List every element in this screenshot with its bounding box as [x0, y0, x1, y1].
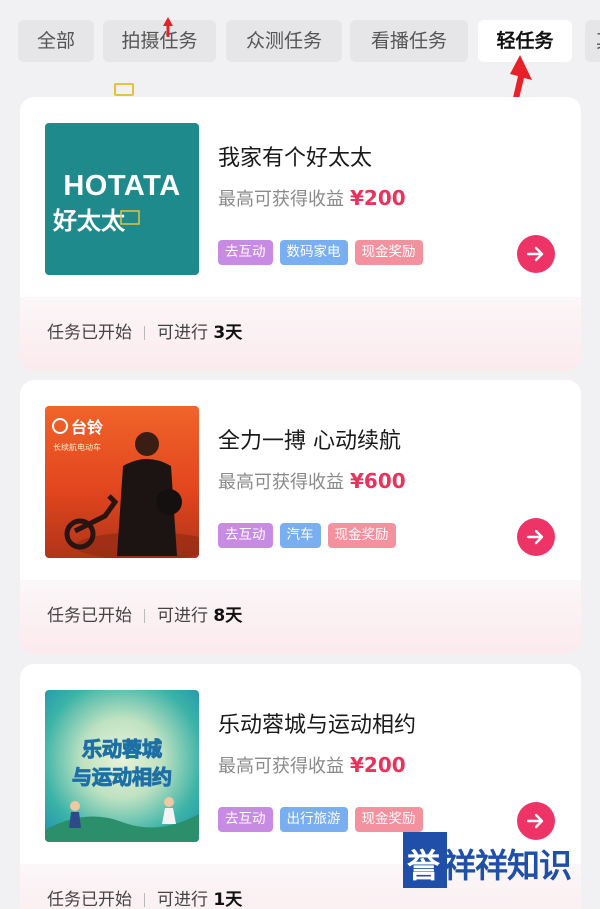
duration-prefix: 可进行: [157, 890, 208, 909]
reward-amount: ¥200: [350, 186, 406, 210]
tag-list: 去互动 汽车 现金奖励: [218, 523, 396, 548]
watermark-text: 祥祥知识: [443, 846, 572, 885]
status-text: 任务已开始: [47, 890, 132, 909]
thumb-brand-text: 台铃: [71, 418, 103, 437]
annotation-box: [114, 83, 134, 96]
task-title: 乐动蓉城与运动相约: [218, 713, 417, 738]
red-arrow-icon: [163, 17, 173, 37]
duration-prefix: 可进行: [157, 323, 208, 343]
tab-more[interactable]: 其他: [585, 20, 600, 62]
reward-label: 最高可获得收益: [218, 756, 344, 777]
task-thumbnail: 台铃 长续航电动车: [45, 406, 199, 558]
task-status: 任务已开始 可进行 8天: [47, 601, 242, 626]
tag-interact: 去互动: [218, 523, 273, 548]
reward-line: 最高可获得收益 ¥200: [218, 752, 406, 778]
tag-list: 去互动 出行旅游 现金奖励: [218, 807, 423, 832]
go-button[interactable]: [517, 518, 555, 556]
tab-all[interactable]: 全部: [18, 20, 94, 62]
thumb-brand-text: HOTATA: [63, 170, 180, 202]
divider: [144, 609, 145, 623]
task-card[interactable]: HOTATA 好太太 我家有个好太太 最高可获得收益 ¥200 去互动 数码家电 …: [20, 97, 581, 371]
duration-days: 8天: [213, 606, 243, 626]
tag-interact: 去互动: [218, 807, 273, 832]
reward-amount: ¥200: [350, 753, 406, 777]
arrow-right-icon: [526, 529, 544, 545]
task-title: 全力一搏 心动续航: [218, 429, 401, 454]
tab-watch-live-task[interactable]: 看播任务: [350, 20, 468, 62]
tag-interact: 去互动: [218, 240, 273, 265]
tag-cash-reward: 现金奖励: [327, 523, 396, 548]
go-button[interactable]: [517, 235, 555, 273]
task-title: 我家有个好太太: [218, 146, 373, 171]
duration-prefix: 可进行: [157, 606, 208, 626]
thumb-brand-text: 乐动蓉城: [82, 737, 162, 761]
tag-category: 数码家电: [279, 240, 348, 265]
tag-list: 去互动 数码家电 现金奖励: [218, 240, 423, 265]
task-card[interactable]: 台铃 长续航电动车 全力一搏 心动续航 最高可获得收益 ¥600 去互动 汽车 现…: [20, 380, 581, 654]
task-status: 任务已开始 可进行 1天: [47, 885, 242, 909]
tab-crowd-test-task[interactable]: 众测任务: [226, 20, 342, 62]
reward-line: 最高可获得收益 ¥600: [218, 468, 406, 494]
thumb-brand-subtext: 与运动相约: [72, 765, 172, 789]
reward-label: 最高可获得收益: [218, 189, 344, 210]
divider: [144, 326, 145, 340]
divider: [144, 893, 145, 907]
duration-days: 1天: [213, 890, 243, 909]
thumb-brand-subtext: 长续航电动车: [53, 442, 101, 452]
reward-line: 最高可获得收益 ¥200: [218, 185, 406, 211]
status-text: 任务已开始: [47, 323, 132, 343]
watermark-text: 誉: [407, 846, 440, 885]
reward-amount: ¥600: [350, 469, 406, 493]
status-text: 任务已开始: [47, 606, 132, 626]
tag-category: 汽车: [279, 523, 321, 548]
reward-label: 最高可获得收益: [218, 472, 344, 493]
task-thumbnail: 乐动蓉城 与运动相约: [45, 690, 199, 842]
thumb-brand-subtext: 好太太: [52, 207, 126, 235]
tag-category: 出行旅游: [279, 807, 348, 832]
task-status: 任务已开始 可进行 3天: [47, 318, 242, 343]
tag-cash-reward: 现金奖励: [354, 240, 423, 265]
task-thumbnail: HOTATA 好太太: [45, 123, 199, 275]
watermark-logo: 誉 祥祥知识: [403, 826, 600, 909]
arrow-right-icon: [526, 246, 544, 262]
duration-days: 3天: [213, 323, 243, 343]
